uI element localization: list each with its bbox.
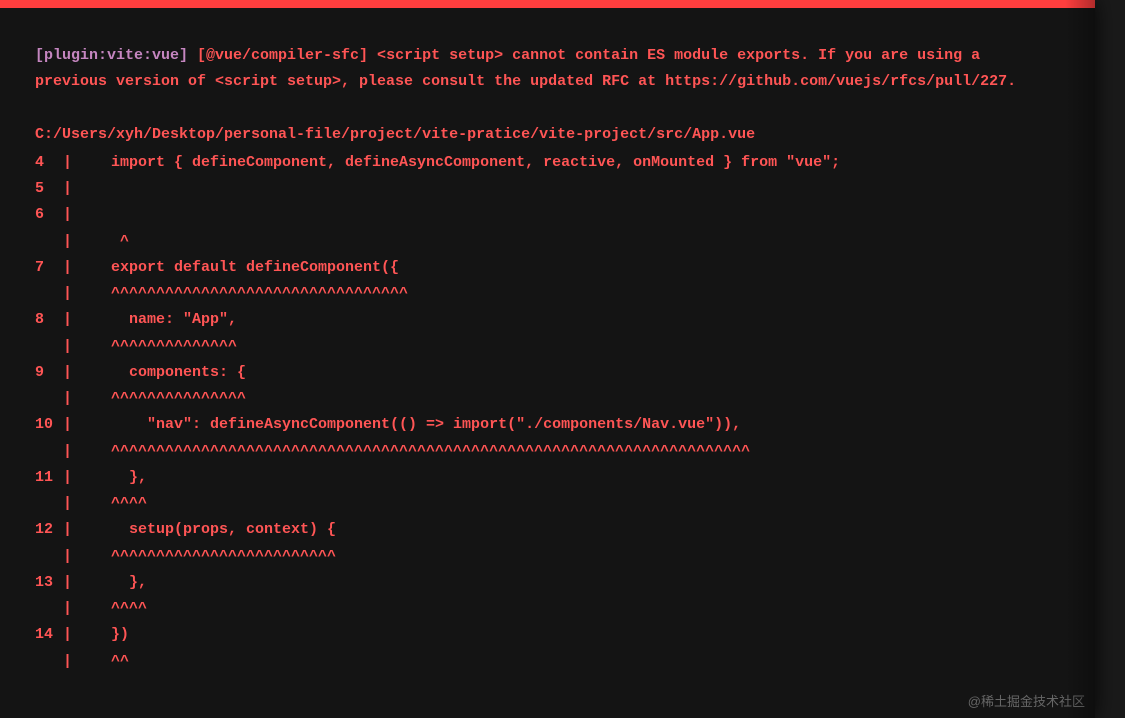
line-number: 7 [35,255,63,281]
code-line: | ^^ [35,649,1060,675]
line-pipe: | [63,570,93,596]
line-number: 12 [35,517,63,543]
line-pipe: | [63,439,93,465]
line-number: 4 [35,150,63,176]
code-line: 5| [35,176,1060,202]
line-pipe: | [63,281,93,307]
line-pipe: | [63,517,93,543]
line-pipe: | [63,544,93,570]
code-line: | ^^^^ [35,491,1060,517]
code-line: | ^^^^^^^^^^^^^^ [35,334,1060,360]
code-line: 13| }, [35,570,1060,596]
code-text: "nav": defineAsyncComponent(() => import… [93,412,741,438]
code-line: 14| }) [35,622,1060,648]
code-text: name: "App", [93,307,237,333]
code-line: | ^^^^^^^^^^^^^^^^^^^^^^^^^^^^^^^^^ [35,281,1060,307]
code-text: }, [93,570,147,596]
code-line: 6| [35,202,1060,228]
line-pipe: | [63,202,93,228]
code-line: | ^^^^ [35,596,1060,622]
code-text: ^^^^^^^^^^^^^^^^^^^^^^^^^^^^^^^^^^^^^^^^… [93,439,750,465]
code-text: ^ [93,229,129,255]
error-overlay: [plugin:vite:vue] [@vue/compiler-sfc] <s… [0,0,1095,718]
line-number: 9 [35,360,63,386]
line-pipe: | [63,176,93,202]
code-text: ^^^^^^^^^^^^^^ [93,334,237,360]
line-pipe: | [63,491,93,517]
code-line: 4| import { defineComponent, defineAsync… [35,150,1060,176]
code-text: ^^^^^^^^^^^^^^^ [93,386,246,412]
code-text: ^^^^ [93,491,147,517]
line-pipe: | [63,412,93,438]
code-line: 7| export default defineComponent({ [35,255,1060,281]
line-pipe: | [63,622,93,648]
code-text: components: { [93,360,246,386]
line-pipe: | [63,255,93,281]
code-text: setup(props, context) { [93,517,336,543]
watermark: @稀土掘金技术社区 [968,691,1085,710]
code-text: import { defineComponent, defineAsyncCom… [93,150,840,176]
code-text: ^^^^^^^^^^^^^^^^^^^^^^^^^^^^^^^^^ [93,281,408,307]
file-path: C:/Users/xyh/Desktop/personal-file/proje… [35,122,1060,148]
error-message-block: [plugin:vite:vue] [@vue/compiler-sfc] <s… [35,43,1060,96]
line-number: 10 [35,412,63,438]
code-line: 12| setup(props, context) { [35,517,1060,543]
line-number: 14 [35,622,63,648]
code-text: export default defineComponent({ [93,255,399,281]
line-number: 13 [35,570,63,596]
code-text: }) [93,622,129,648]
line-number: 11 [35,465,63,491]
plugin-tag: [plugin:vite:vue] [35,47,188,64]
code-line: | ^^^^^^^^^^^^^^^^^^^^^^^^^ [35,544,1060,570]
code-line: 10| "nav": defineAsyncComponent(() => im… [35,412,1060,438]
line-pipe: | [63,229,93,255]
line-pipe: | [63,334,93,360]
code-block: 4| import { defineComponent, defineAsync… [35,150,1060,675]
line-number: 8 [35,307,63,333]
line-number: 6 [35,202,63,228]
code-line: 9| components: { [35,360,1060,386]
line-pipe: | [63,649,93,675]
code-line: 11| }, [35,465,1060,491]
line-pipe: | [63,307,93,333]
line-number: 5 [35,176,63,202]
code-line: | ^ [35,229,1060,255]
error-top-bar [0,0,1095,8]
code-line: 8| name: "App", [35,307,1060,333]
code-line: | ^^^^^^^^^^^^^^^^^^^^^^^^^^^^^^^^^^^^^^… [35,439,1060,465]
line-pipe: | [63,596,93,622]
line-pipe: | [63,386,93,412]
code-text: ^^^^^^^^^^^^^^^^^^^^^^^^^ [93,544,336,570]
error-content: [plugin:vite:vue] [@vue/compiler-sfc] <s… [0,8,1095,710]
line-pipe: | [63,360,93,386]
code-text: ^^ [93,649,129,675]
code-text: }, [93,465,147,491]
line-pipe: | [63,465,93,491]
code-text: ^^^^ [93,596,147,622]
line-pipe: | [63,150,93,176]
code-line: | ^^^^^^^^^^^^^^^ [35,386,1060,412]
